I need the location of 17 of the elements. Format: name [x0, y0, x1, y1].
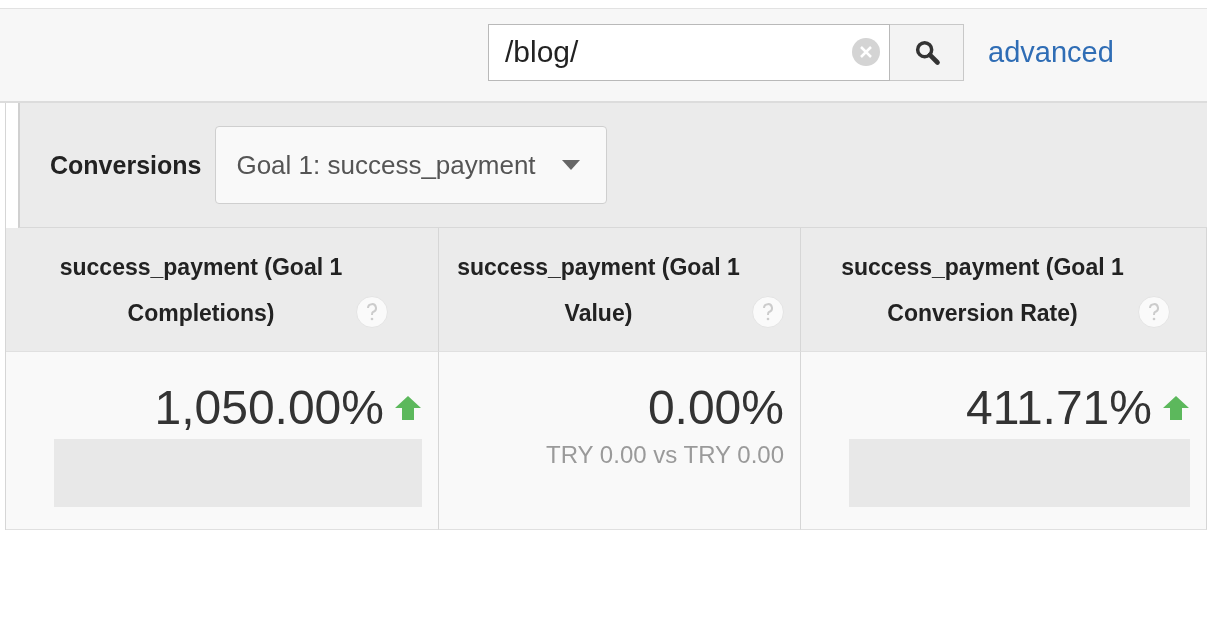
column-header: success_payment (Goal 1 Value) — [456, 252, 741, 328]
advanced-link[interactable]: advanced — [988, 35, 1114, 69]
search-button[interactable] — [890, 23, 964, 81]
column-header: success_payment (Goal 1 Conversion Rate) — [840, 252, 1125, 328]
goal-dropdown[interactable]: Goal 1: success_payment — [215, 126, 607, 204]
clear-icon[interactable] — [851, 37, 881, 67]
metric-value: 411.71% — [966, 380, 1152, 435]
search-box[interactable]: /blog/ — [488, 23, 890, 81]
comparison-text: TRY 0.00 vs TRY 0.00 — [546, 441, 784, 469]
help-icon[interactable] — [356, 295, 388, 328]
column-header: success_payment (Goal 1 Completions) — [58, 252, 344, 328]
dropdown-caret-icon — [561, 160, 580, 170]
search-field[interactable]: /blog/ — [503, 34, 851, 70]
metric-value: 1,050.00% — [154, 380, 384, 435]
metric-value: 0.00% — [647, 380, 784, 435]
help-icon[interactable] — [752, 295, 784, 328]
conversions-label: Conversions — [50, 150, 202, 180]
